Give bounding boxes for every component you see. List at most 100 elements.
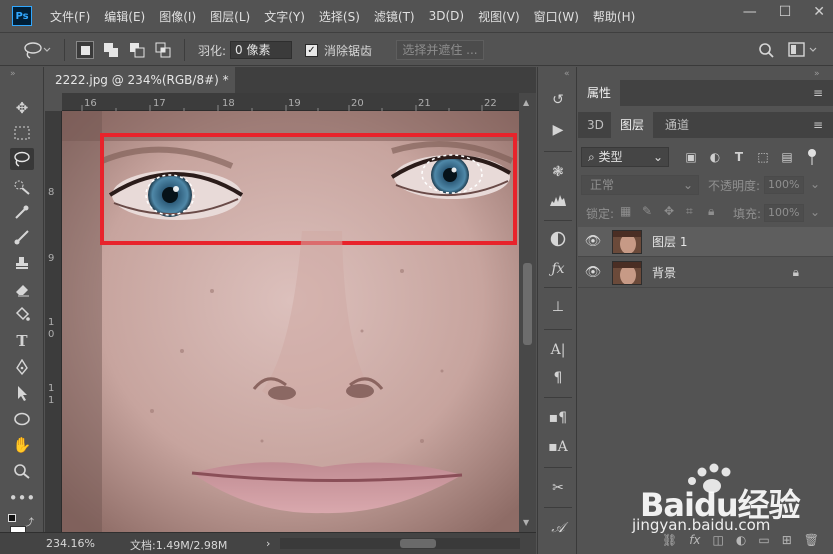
lasso-tool[interactable] (10, 148, 34, 170)
filter-adjustment-button[interactable]: ◐ (706, 147, 724, 167)
collapse-panels-icon[interactable]: » (814, 69, 820, 79)
opacity-input[interactable]: 100% (764, 176, 804, 194)
menu-view[interactable]: 视图(V) (478, 8, 520, 25)
clone-stamp-tool[interactable] (10, 252, 34, 274)
close-window-button[interactable]: ✕ (813, 4, 825, 20)
history-panel-button[interactable]: ↺ (546, 89, 570, 111)
filter-pixel-button[interactable]: ▣ (682, 147, 700, 167)
type-tool[interactable]: T (10, 330, 34, 352)
ellipse-tool[interactable] (10, 408, 34, 430)
collapse-icon[interactable]: » (10, 69, 16, 79)
hand-tool[interactable]: ✋ (10, 434, 34, 456)
expand-panels-icon[interactable]: « (564, 69, 570, 79)
styles-panel-button[interactable]: ƒx (546, 258, 570, 280)
maximize-button[interactable]: ☐ (779, 4, 792, 20)
lock-transparent-icon[interactable]: ▦ (620, 204, 631, 218)
lock-position-icon[interactable]: ✥ (664, 204, 674, 218)
opacity-label: 不透明度: (708, 179, 761, 193)
paint-bucket-tool[interactable] (10, 303, 34, 325)
path-selection-tool[interactable] (10, 382, 34, 404)
paragraph-styles-panel-button[interactable]: ▪¶ (546, 407, 570, 429)
menu-select[interactable]: 选择(S) (319, 8, 360, 25)
layer-row[interactable]: 👁︎ 背景 🔒︎ (578, 258, 833, 288)
zoom-level[interactable]: 234.16% (46, 537, 95, 550)
fx-icon: ƒx (551, 261, 565, 277)
blend-mode-select[interactable]: 正常 ⌄ (581, 175, 699, 195)
horizontal-scroll-thumb[interactable] (400, 539, 436, 548)
search-button[interactable] (757, 40, 775, 60)
character-panel-button[interactable]: A| (546, 339, 570, 361)
antialias-checkbox[interactable]: ✓ 消除锯齿 (305, 40, 372, 60)
filter-smart-object-button[interactable]: ▤ (778, 147, 796, 167)
eye-icon[interactable]: 👁︎ (578, 234, 608, 249)
move-tool[interactable]: ✥ (10, 97, 34, 119)
menu-filter[interactable]: 滤镜(T) (374, 8, 415, 25)
toggle-knob-icon (808, 149, 816, 157)
histogram-panel-button[interactable] (546, 189, 570, 211)
eraser-tool[interactable] (10, 278, 34, 300)
paragraph-panel-button[interactable]: ¶ (546, 367, 570, 389)
eye-icon[interactable]: 👁︎ (578, 265, 608, 280)
minimize-button[interactable]: — (743, 4, 757, 20)
subtract-from-selection-button[interactable] (128, 40, 146, 60)
menu-layer[interactable]: 图层(L) (210, 8, 250, 25)
layer-name[interactable]: 图层 1 (652, 233, 687, 250)
workspace-switcher[interactable] (788, 40, 818, 60)
menu-image[interactable]: 图像(I) (159, 8, 196, 25)
menu-window[interactable]: 窗口(W) (534, 8, 579, 25)
add-to-selection-button[interactable] (102, 40, 120, 60)
fill-input[interactable]: 100% (764, 204, 804, 222)
select-and-mask-button[interactable]: 选择并遮住 ... (396, 40, 484, 60)
lasso-preset-picker[interactable] (22, 40, 52, 60)
filter-type-button[interactable]: T (730, 147, 748, 167)
menu-edit[interactable]: 编辑(E) (104, 8, 145, 25)
vertical-scrollbar[interactable]: ▲ ▼ (519, 93, 536, 532)
brush-tool[interactable] (10, 226, 34, 248)
lock-all-icon[interactable]: 🔒︎ (708, 204, 714, 219)
layer-row[interactable]: 👁︎ 图层 1 (578, 227, 833, 257)
tab-properties[interactable]: 属性 (578, 80, 621, 106)
eyedropper-tool[interactable] (10, 201, 34, 223)
document-canvas[interactable] (62, 111, 519, 532)
adjustments-panel-button[interactable] (546, 228, 570, 250)
vertical-scroll-thumb[interactable] (523, 263, 532, 345)
clone-source-panel-button[interactable]: ⊥ (546, 296, 570, 318)
default-colors-icon[interactable] (8, 514, 16, 522)
chevron-down-icon[interactable]: ⌄ (810, 177, 820, 191)
layer-name[interactable]: 背景 (652, 264, 676, 281)
menu-3d[interactable]: 3D(D) (429, 9, 464, 23)
layer-filter-select[interactable]: ⌕ 类型 ⌄ (581, 147, 669, 167)
scroll-up-icon[interactable]: ▲ (523, 98, 529, 107)
color-panel-button[interactable]: ❃ (546, 161, 570, 183)
character-styles-panel-button[interactable]: ▪A (546, 436, 570, 458)
edit-toolbar-button[interactable]: ••• (9, 487, 36, 509)
layers-panel-menu-icon[interactable]: ≡ (813, 118, 823, 132)
tab-3d[interactable]: 3D (578, 112, 613, 138)
glyphs-panel-button[interactable]: 𝒜 (546, 517, 570, 539)
lock-artboard-icon[interactable]: ⌗ (686, 204, 693, 219)
tools-presets-panel-button[interactable]: ✂ (546, 477, 570, 499)
status-menu-arrow[interactable]: › (266, 537, 270, 550)
marquee-tool[interactable] (10, 122, 34, 144)
menu-file[interactable]: 文件(F) (50, 8, 90, 25)
new-selection-button[interactable] (76, 40, 94, 60)
feather-input[interactable]: 0 像素 (230, 41, 293, 59)
pen-tool[interactable] (10, 356, 34, 378)
menu-help[interactable]: 帮助(H) (593, 8, 635, 25)
intersect-selection-button[interactable] (154, 40, 172, 60)
tab-layers[interactable]: 图层 (611, 112, 654, 138)
chevron-down-icon[interactable]: ⌄ (810, 205, 820, 219)
tab-channels[interactable]: 通道 (656, 112, 698, 138)
horizontal-scrollbar[interactable] (280, 538, 520, 549)
document-tab[interactable]: 2222.jpg @ 234%(RGB/8#) * × (45, 67, 235, 113)
filter-shape-button[interactable]: ⬚ (754, 147, 772, 167)
actions-panel-button[interactable]: ▶ (546, 119, 570, 141)
zoom-tool[interactable] (10, 460, 34, 482)
lock-image-icon[interactable]: ✎ (642, 204, 652, 218)
filter-toggle[interactable] (808, 149, 816, 165)
scroll-down-icon[interactable]: ▼ (523, 518, 529, 527)
menu-type[interactable]: 文字(Y) (264, 8, 305, 25)
blend-mode-value: 正常 (590, 178, 615, 192)
panel-menu-icon[interactable]: ≡ (813, 86, 823, 100)
quick-selection-tool[interactable] (10, 176, 34, 198)
